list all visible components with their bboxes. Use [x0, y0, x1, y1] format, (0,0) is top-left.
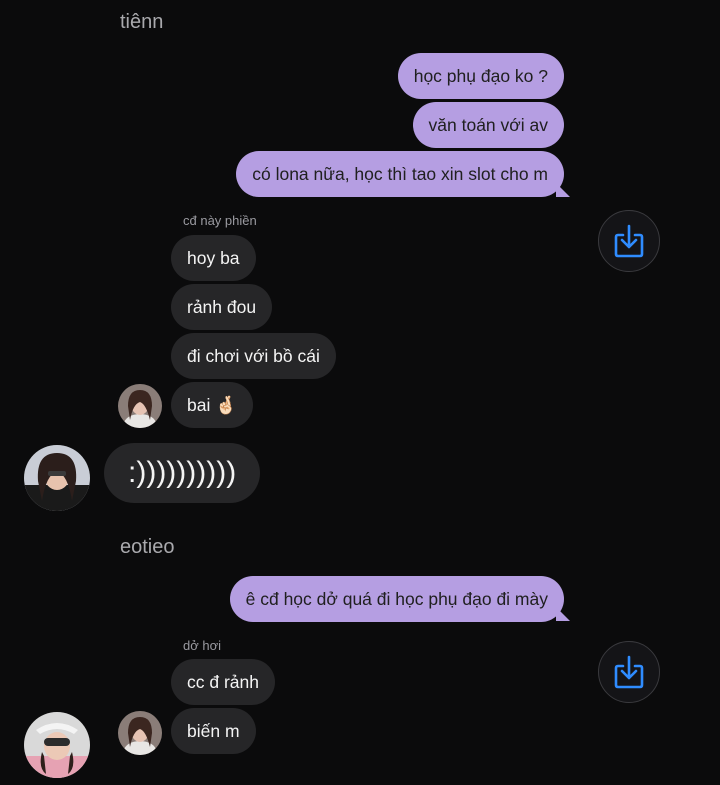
outgoing-message[interactable]: có lona nữa, học thì tao xin slot cho m	[236, 151, 564, 197]
avatar[interactable]	[118, 384, 162, 428]
incoming-message[interactable]: bai 🤞🏻	[171, 382, 254, 428]
outgoing-message[interactable]: ê cđ học dở quá đi học phụ đạo đi mày	[229, 576, 564, 622]
reply-label: cđ này phiền	[183, 213, 257, 228]
incoming-message[interactable]: hoy ba	[171, 235, 256, 281]
incoming-message[interactable]: rảnh đou	[171, 284, 273, 330]
incoming-message[interactable]: biến m	[171, 708, 256, 754]
incoming-message[interactable]: đi chơi với bồ cái	[171, 333, 336, 379]
avatar[interactable]	[118, 711, 162, 755]
share-button[interactable]	[598, 210, 660, 272]
share-download-icon	[614, 224, 644, 258]
incoming-message[interactable]: cc đ rảnh	[171, 659, 275, 705]
bubble-tail	[556, 607, 570, 621]
reply-label: dở hơi	[183, 638, 222, 653]
outgoing-message[interactable]: học phụ đạo ko ?	[397, 53, 564, 99]
incoming-message-large[interactable]: :))))))))))	[104, 443, 261, 503]
bubble-tail	[556, 183, 570, 197]
sender-name-bottom: eotieo	[120, 536, 175, 558]
share-button[interactable]	[598, 641, 660, 703]
avatar[interactable]	[24, 445, 90, 511]
avatar[interactable]	[24, 712, 90, 778]
outgoing-message[interactable]: văn toán với av	[412, 102, 564, 148]
share-download-icon	[614, 655, 644, 689]
sender-name-top: tiênn	[120, 11, 164, 33]
